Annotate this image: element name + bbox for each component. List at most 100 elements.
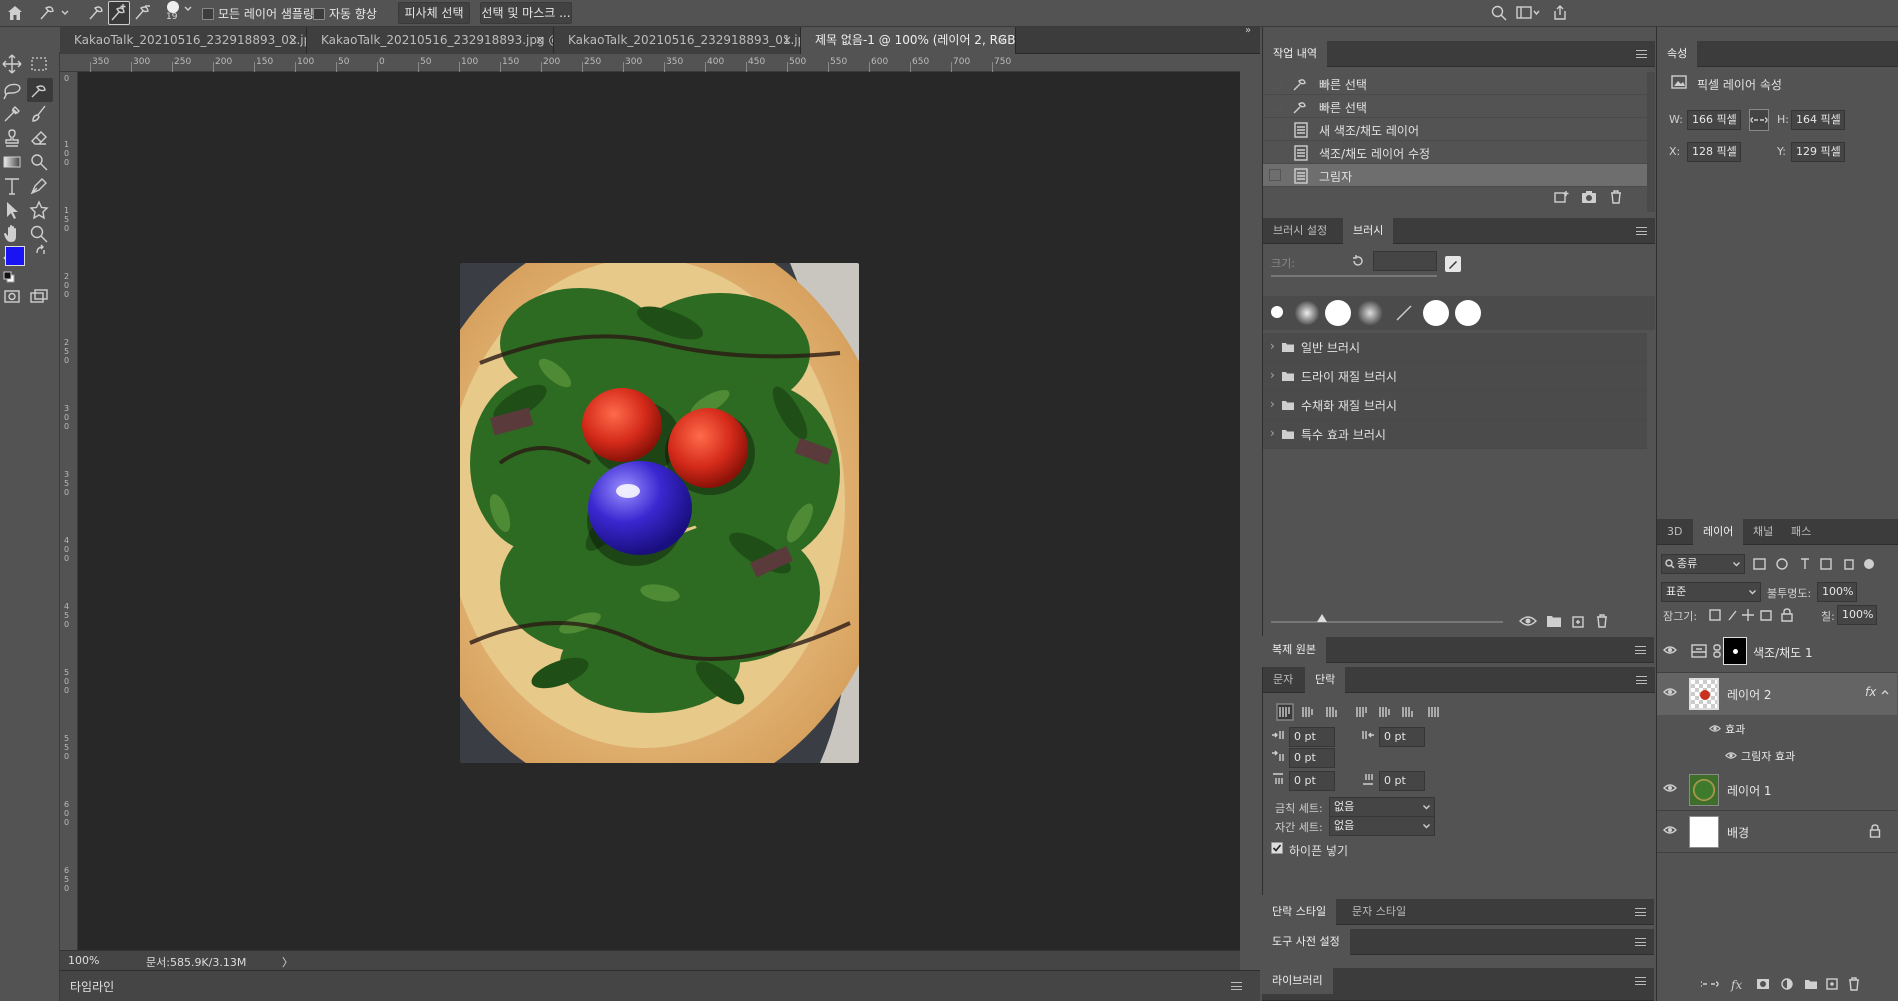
close-icon[interactable]: × bbox=[535, 27, 545, 54]
brush-size-slider[interactable] bbox=[1271, 275, 1437, 277]
layer-filter-select[interactable]: 종류 bbox=[1661, 554, 1745, 574]
timeline-title[interactable]: 타임라인 bbox=[70, 978, 114, 995]
tab-tool-presets[interactable]: 도구 사전 설정 bbox=[1262, 929, 1350, 955]
trash-icon[interactable] bbox=[1595, 614, 1609, 628]
panel-menu-icon[interactable] bbox=[1635, 908, 1646, 916]
eye-icon[interactable] bbox=[1709, 724, 1721, 733]
reset-icon[interactable] bbox=[1351, 254, 1365, 268]
new-folder-icon[interactable] bbox=[1546, 614, 1562, 628]
share-icon[interactable] bbox=[1552, 4, 1568, 22]
history-brush-checkbox[interactable] bbox=[1269, 146, 1281, 158]
brush-tool-icon[interactable] bbox=[27, 102, 53, 126]
width-input[interactable]: 166 픽셀 bbox=[1687, 110, 1741, 130]
eye-icon[interactable] bbox=[1663, 825, 1677, 835]
new-document-from-state-icon[interactable] bbox=[1553, 190, 1569, 204]
tab-paths[interactable]: 패스 bbox=[1781, 519, 1821, 545]
move-tool-icon[interactable] bbox=[0, 52, 26, 76]
tab-layers[interactable]: 레이어 bbox=[1693, 519, 1744, 545]
brush-preset-airbrush[interactable] bbox=[1357, 300, 1383, 326]
marquee-tool-icon[interactable] bbox=[27, 52, 53, 76]
lock-icon[interactable] bbox=[1869, 824, 1881, 838]
auto-enhance-checkbox[interactable] bbox=[313, 8, 325, 20]
layer-row-selected[interactable]: 레이어 2 fx 효과 그림자 효과 bbox=[1657, 673, 1897, 769]
tab-libraries[interactable]: 라이브러리 bbox=[1262, 968, 1333, 994]
hand-tool-icon[interactable] bbox=[0, 222, 26, 246]
zoom-level[interactable]: 100% bbox=[68, 954, 99, 967]
subtract-from-selection-icon[interactable] bbox=[132, 3, 154, 23]
brush-preset-round[interactable] bbox=[1325, 300, 1351, 326]
custom-shape-tool-icon[interactable] bbox=[27, 198, 53, 222]
tab-document-3[interactable]: KakaoTalk_20210516_232918893_01.jpg @ 16… bbox=[554, 27, 801, 54]
tool-preset-picker[interactable] bbox=[38, 3, 70, 23]
layer-mask-thumbnail[interactable] bbox=[1723, 637, 1747, 665]
effects-row[interactable]: 효과 bbox=[1657, 715, 1897, 742]
panel-menu-icon[interactable] bbox=[1635, 938, 1646, 946]
height-input[interactable]: 164 픽셀 bbox=[1791, 110, 1845, 130]
brush-folder[interactable]: › 일반 브러시 bbox=[1263, 333, 1647, 362]
pen-tool-icon[interactable] bbox=[27, 174, 53, 198]
space-after-input[interactable]: 0 pt bbox=[1379, 771, 1425, 791]
y-input[interactable]: 129 픽셀 bbox=[1791, 142, 1845, 162]
space-before-input[interactable]: 0 pt bbox=[1289, 771, 1335, 791]
tab-document-active[interactable]: 제목 없음-1 @ 100% (레이어 2, RGB/8) * × bbox=[801, 27, 1016, 54]
camera-icon[interactable] bbox=[1581, 190, 1597, 204]
brush-folder[interactable]: › 수채화 재질 브러시 bbox=[1263, 391, 1647, 420]
tab-properties[interactable]: 속성 bbox=[1657, 41, 1698, 67]
lasso-tool-icon[interactable] bbox=[0, 78, 26, 102]
tab-character-styles[interactable]: 문자 스타일 bbox=[1342, 899, 1416, 925]
new-brush-icon[interactable] bbox=[1571, 614, 1585, 628]
brush-preview-size-slider[interactable] bbox=[1271, 621, 1503, 623]
collapse-effects-icon[interactable] bbox=[1881, 689, 1889, 695]
brush-size-picker[interactable]: 19 bbox=[164, 0, 194, 26]
history-brush-checkbox[interactable] bbox=[1269, 77, 1281, 89]
close-icon[interactable]: × bbox=[997, 27, 1007, 54]
foreground-color-swatch[interactable] bbox=[5, 246, 25, 266]
eye-icon[interactable] bbox=[1663, 645, 1677, 655]
layer-row[interactable]: 색조/채도 1 bbox=[1657, 631, 1897, 673]
brush-preset-pencil[interactable] bbox=[1391, 300, 1417, 326]
link-icon[interactable] bbox=[1749, 109, 1769, 131]
select-and-mask-button[interactable]: 선택 및 마스크 ... bbox=[480, 2, 572, 24]
eye-icon[interactable] bbox=[1663, 783, 1677, 793]
panel-menu-icon[interactable] bbox=[1635, 646, 1646, 654]
eye-icon[interactable] bbox=[1725, 751, 1737, 760]
history-item[interactable]: 빠른 선택 bbox=[1263, 95, 1647, 118]
blend-mode-select[interactable]: 표준 bbox=[1661, 582, 1761, 602]
fx-icon[interactable]: fx bbox=[1865, 685, 1876, 699]
panel-menu-icon[interactable] bbox=[1636, 676, 1647, 684]
brush-edit-icon[interactable] bbox=[1445, 256, 1461, 272]
close-icon[interactable]: × bbox=[288, 27, 298, 54]
panel-menu-icon[interactable] bbox=[1231, 982, 1242, 990]
history-item-selected[interactable]: 그림자 bbox=[1263, 164, 1647, 187]
indent-right-input[interactable]: 0 pt bbox=[1379, 727, 1425, 747]
history-item[interactable]: 빠른 선택 bbox=[1263, 72, 1647, 95]
brush-preset-soft[interactable] bbox=[1295, 301, 1319, 325]
eraser-tool-icon[interactable] bbox=[27, 126, 53, 150]
quick-mask-icon[interactable] bbox=[0, 284, 26, 308]
tab-paragraph-styles[interactable]: 단락 스타일 bbox=[1262, 899, 1337, 925]
layer-row[interactable]: 레이어 1 bbox=[1657, 769, 1897, 811]
eye-icon[interactable] bbox=[1663, 687, 1677, 697]
document-image[interactable] bbox=[460, 263, 859, 763]
tab-paragraph[interactable]: 단락 bbox=[1305, 667, 1346, 693]
filter-icons[interactable] bbox=[1753, 557, 1893, 571]
select-subject-button[interactable]: 피사체 선택 bbox=[398, 2, 470, 24]
sample-all-layers-checkbox[interactable] bbox=[202, 8, 214, 20]
hyphenate-checkbox[interactable] bbox=[1271, 842, 1283, 854]
screen-mode-icon[interactable] bbox=[27, 284, 53, 308]
layer-thumbnail[interactable] bbox=[1689, 678, 1719, 710]
layer-thumbnail[interactable] bbox=[1689, 774, 1719, 806]
history-scrollbar[interactable] bbox=[1647, 72, 1655, 212]
slider-thumb[interactable] bbox=[1317, 614, 1327, 622]
brush-size-input[interactable] bbox=[1373, 251, 1437, 271]
x-input[interactable]: 128 픽셀 bbox=[1687, 142, 1741, 162]
quick-selection-tool-icon[interactable] bbox=[27, 78, 53, 102]
tab-brush-settings[interactable]: 브러시 설정 bbox=[1263, 218, 1337, 244]
tab-document-1[interactable]: KakaoTalk_20210516_232918893_02.jpg @ 25… bbox=[60, 27, 307, 54]
tab-3d[interactable]: 3D bbox=[1657, 519, 1692, 545]
add-to-selection-icon[interactable] bbox=[108, 1, 130, 25]
panel-menu-icon[interactable] bbox=[1636, 50, 1647, 58]
close-icon[interactable]: × bbox=[782, 27, 792, 54]
chain-link-icon[interactable] bbox=[1713, 644, 1721, 658]
kinsoku-select[interactable]: 없음 bbox=[1329, 797, 1435, 817]
